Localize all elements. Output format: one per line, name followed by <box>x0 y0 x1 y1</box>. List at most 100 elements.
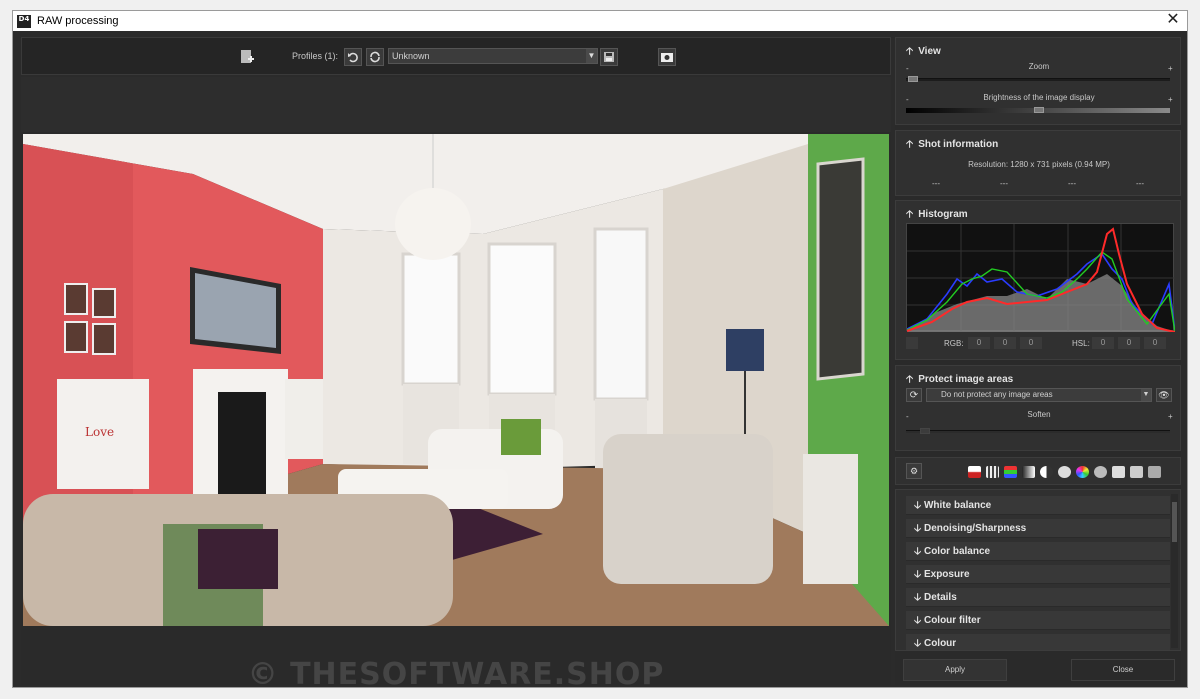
brightness-slider-thumb[interactable] <box>1034 107 1044 113</box>
shot-info-header[interactable]: 🡡 Shot information <box>906 137 998 154</box>
canvas-margin <box>21 77 891 132</box>
rgb-label: RGB: <box>944 339 964 348</box>
section-exposure[interactable]: 🡣 Exposure <box>906 565 1170 584</box>
shot-field-1: --- <box>932 179 940 188</box>
arrow-down-icon: 🡣 <box>914 569 924 580</box>
section-label: Details <box>923 592 957 603</box>
shot-field-2: --- <box>1000 179 1008 188</box>
contrast-tool-icon[interactable] <box>1040 466 1053 478</box>
arrow-down-icon: 🡣 <box>914 592 924 603</box>
protect-header[interactable]: 🡡 Protect image areas <box>906 372 1013 389</box>
undo-button[interactable] <box>344 48 362 66</box>
scrollbar-thumb[interactable] <box>1172 502 1177 542</box>
snapshot-button[interactable] <box>658 48 676 66</box>
save-icon <box>604 52 614 62</box>
settings-pane: 🡡 View - Zoom + - Brightness of the image… <box>895 37 1181 685</box>
section-label: Colour filter <box>923 615 981 626</box>
view-panel: 🡡 View - Zoom + - Brightness of the image… <box>895 37 1181 125</box>
save-profile-button[interactable] <box>600 48 618 66</box>
preview-image: Love <box>23 134 889 626</box>
noise-tool-icon[interactable] <box>986 466 999 478</box>
arrow-up-icon: 🡡 <box>906 209 914 220</box>
profile-toolbar: Profiles (1): Unknown ▼ <box>21 37 891 75</box>
gear-icon: ⚙ <box>909 465 919 476</box>
shot-info-panel: 🡡 Shot information Resolution: 1280 x 731… <box>895 130 1181 196</box>
section-label: Color balance <box>923 546 991 557</box>
zoom-slider[interactable] <box>906 76 1170 82</box>
histogram-graph <box>906 223 1176 333</box>
shot-info-title: Shot information <box>918 139 999 150</box>
hsl-l-value: 0 <box>1144 337 1166 349</box>
show-mask-button[interactable]: 👁 <box>1156 388 1172 402</box>
section-denoising[interactable]: 🡣 Denoising/Sharpness <box>906 519 1170 538</box>
histogram-panel: 🡡 Histogram RGB: 0 0 0 HSL: 0 0 0 <box>895 200 1181 360</box>
add-profile-button[interactable] <box>238 48 256 66</box>
adjustment-sections: 🡣 White balance 🡣 Denoising/Sharpness 🡣 … <box>895 489 1181 651</box>
chevron-down-icon: ▼ <box>586 49 597 63</box>
watermark: © THESOFTWARE.SHOP <box>247 657 665 692</box>
apply-button[interactable]: Apply <box>903 659 1007 681</box>
preview-pane: Profiles (1): Unknown ▼ Love © THESOFTWA… <box>21 37 891 692</box>
close-icon[interactable]: ✕ <box>1165 12 1181 28</box>
section-white-balance[interactable]: 🡣 White balance <box>906 496 1170 515</box>
protect-refresh-button[interactable]: ⟳ <box>906 388 922 402</box>
brightness-label: Brightness of the image display <box>983 93 1095 102</box>
arrow-down-icon: 🡣 <box>914 546 924 557</box>
soften-slider-thumb[interactable] <box>920 428 930 434</box>
color-wheel-icon[interactable] <box>1076 466 1089 478</box>
arrow-down-icon: 🡣 <box>914 500 924 511</box>
soften-plus-label: + <box>1168 412 1173 421</box>
zoom-plus-label: + <box>1168 64 1173 73</box>
settings-button[interactable]: ⚙ <box>906 463 922 479</box>
lens-icon[interactable] <box>1148 466 1161 478</box>
histogram-header[interactable]: 🡡 Histogram <box>906 207 968 224</box>
section-details[interactable]: 🡣 Details <box>906 588 1170 607</box>
white-balance-tool-icon[interactable] <box>968 466 981 478</box>
image-canvas[interactable]: Love <box>21 77 891 685</box>
detail-tool-icon[interactable] <box>1058 466 1071 478</box>
fx-icon[interactable] <box>1130 466 1143 478</box>
tool-icon-bar: ⚙ <box>895 457 1181 485</box>
resolution-text: Resolution: 1280 x 731 pixels (0.94 MP) <box>968 160 1110 169</box>
section-colour[interactable]: 🡣 Colour <box>906 634 1170 650</box>
refresh-icon <box>370 51 380 63</box>
section-label: Colour <box>923 638 957 649</box>
title-bar: D4 RAW processing ✕ <box>13 11 1187 31</box>
color-balance-tool-icon[interactable] <box>1004 466 1017 478</box>
arrow-down-icon: 🡣 <box>914 523 924 534</box>
profile-select-value: Unknown <box>392 51 430 61</box>
sections-scrollbar[interactable] <box>1171 494 1178 648</box>
rgb-r-value: 0 <box>968 337 990 349</box>
rgb-b-value: 0 <box>1020 337 1042 349</box>
close-button[interactable]: Close <box>1071 659 1175 681</box>
soften-slider[interactable] <box>906 428 1170 434</box>
zoom-label: Zoom <box>1028 62 1050 71</box>
shot-field-4: --- <box>1136 179 1144 188</box>
rgb-g-value: 0 <box>994 337 1016 349</box>
protect-select[interactable]: Do not protect any image areas ▼ <box>926 388 1152 402</box>
brightness-slider[interactable] <box>906 107 1170 113</box>
arrow-up-icon: 🡡 <box>906 46 914 57</box>
svg-text:Love: Love <box>85 425 114 439</box>
app-icon: D4 <box>17 14 31 28</box>
exposure-tool-icon[interactable] <box>1022 466 1035 478</box>
arrow-up-icon: 🡡 <box>906 139 914 150</box>
arrow-down-icon: 🡣 <box>914 638 924 649</box>
hsl-s-value: 0 <box>1118 337 1140 349</box>
undo-icon <box>348 52 358 63</box>
section-color-balance[interactable]: 🡣 Color balance <box>906 542 1170 561</box>
arrow-up-icon: 🡡 <box>906 374 914 385</box>
camera-icon[interactable] <box>1112 466 1125 478</box>
view-panel-header[interactable]: 🡡 View <box>906 44 941 61</box>
shot-field-3: --- <box>1068 179 1076 188</box>
eye-icon: 👁 <box>1158 389 1170 400</box>
profile-select[interactable]: Unknown ▼ <box>388 48 598 64</box>
refresh-button[interactable] <box>366 48 384 66</box>
zoom-slider-thumb[interactable] <box>908 76 918 82</box>
window-title: RAW processing <box>37 15 119 27</box>
section-label: Exposure <box>923 569 970 580</box>
section-colour-filter[interactable]: 🡣 Colour filter <box>906 611 1170 630</box>
color-swatch <box>906 337 918 349</box>
palette-icon[interactable] <box>1094 466 1107 478</box>
protect-title: Protect image areas <box>918 374 1014 385</box>
